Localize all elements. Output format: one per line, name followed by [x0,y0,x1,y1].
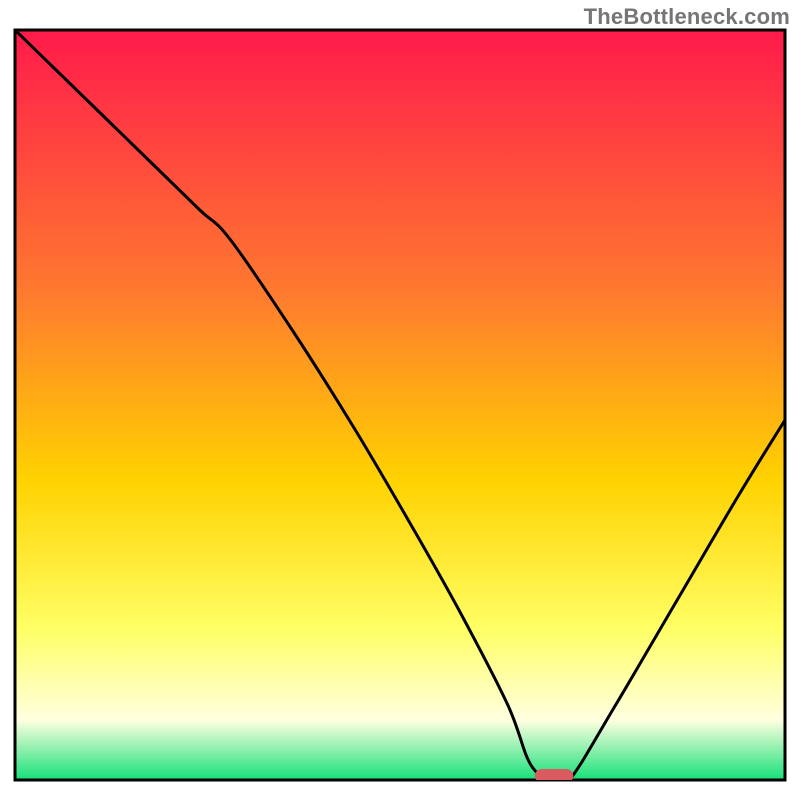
chart-container: TheBottleneck.com [0,0,800,800]
watermark-text: TheBottleneck.com [584,4,790,30]
bottleneck-chart [0,0,800,800]
